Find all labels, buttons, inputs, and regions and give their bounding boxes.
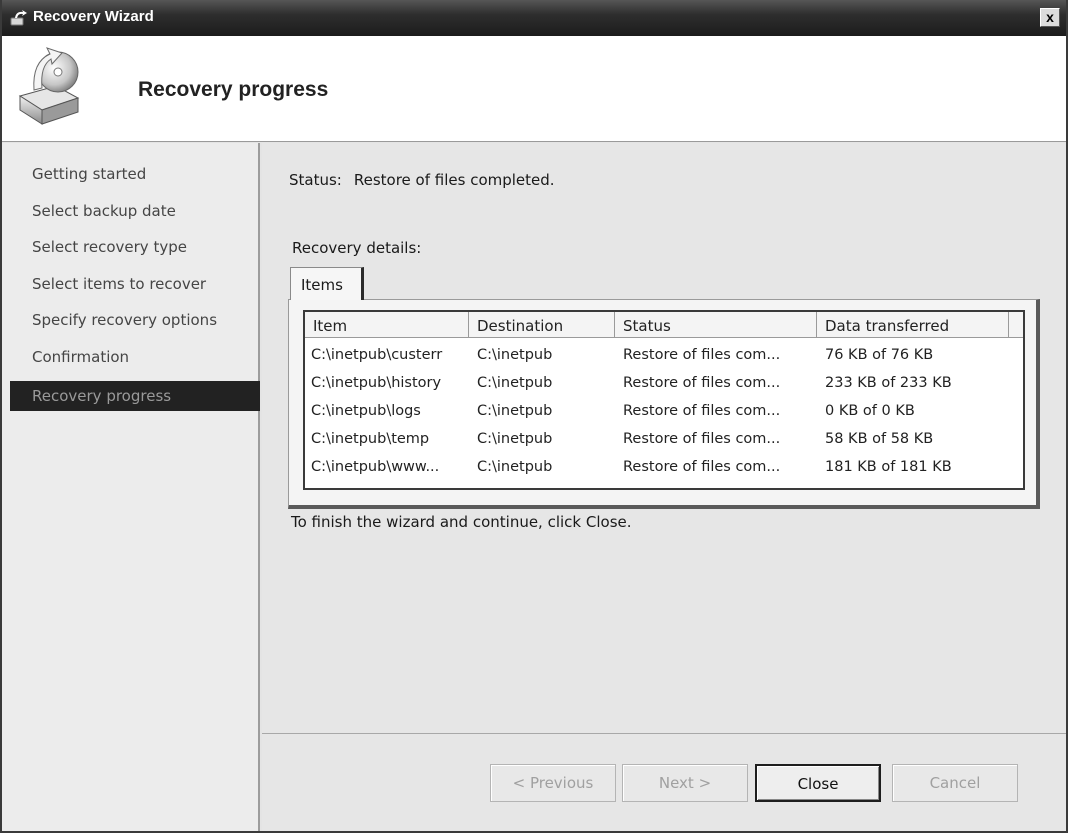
- cell-data-transferred: 181 KB of 181 KB: [825, 459, 952, 475]
- nav-item-select-recovery-type: Select recovery type: [32, 238, 187, 256]
- cell-data-transferred: 76 KB of 76 KB: [825, 347, 934, 363]
- main-content: Status: Restore of files completed. Recov…: [262, 143, 1066, 733]
- cell-item: C:\inetpub\logs: [311, 403, 421, 419]
- wizard-steps-nav: Getting started Select backup date Selec…: [2, 143, 260, 831]
- cell-item: C:\inetpub\history: [311, 375, 442, 391]
- cell-item: C:\inetpub\temp: [311, 431, 430, 447]
- nav-item-select-backup-date: Select backup date: [32, 202, 176, 220]
- table-row[interactable]: C:\inetpub\logs C:\inetpub Restore of fi…: [305, 396, 1023, 424]
- table-row[interactable]: C:\inetpub\www... C:\inetpub Restore of …: [305, 452, 1023, 480]
- column-header-item[interactable]: Item: [305, 312, 469, 338]
- next-button[interactable]: Next >: [622, 764, 748, 802]
- recovery-details-label: Recovery details:: [292, 239, 422, 257]
- list-header: Item Destination Status Data transferred: [305, 312, 1023, 338]
- cell-status: Restore of files com...: [623, 431, 781, 447]
- wizard-header: Recovery progress: [2, 36, 1066, 142]
- cell-destination: C:\inetpub: [477, 403, 553, 419]
- nav-item-select-items-to-recover: Select items to recover: [32, 275, 207, 293]
- nav-item-getting-started: Getting started: [32, 165, 147, 183]
- cell-item: C:\inetpub\www...: [311, 459, 440, 475]
- cell-status: Restore of files com...: [623, 375, 781, 391]
- column-header-destination[interactable]: Destination: [469, 312, 615, 338]
- finish-instruction: To finish the wizard and continue, click…: [291, 513, 632, 531]
- cell-item: C:\inetpub\custerr: [311, 347, 443, 363]
- previous-button[interactable]: < Previous: [490, 764, 616, 802]
- status-label: Status:: [289, 171, 342, 189]
- close-window-button[interactable]: x: [1040, 8, 1060, 27]
- tab-items[interactable]: Items: [290, 267, 364, 300]
- nav-item-recovery-progress: Recovery progress: [10, 381, 260, 411]
- recovery-wizard-icon: [10, 10, 27, 26]
- cell-data-transferred: 58 KB of 58 KB: [825, 431, 934, 447]
- cell-data-transferred: 233 KB of 233 KB: [825, 375, 952, 391]
- recovery-wizard-window: Recovery Wizard x Recovery progress Gett…: [0, 0, 1068, 833]
- column-header-data-transferred[interactable]: Data transferred: [817, 312, 1009, 338]
- table-row[interactable]: C:\inetpub\history C:\inetpub Restore of…: [305, 368, 1023, 396]
- title-bar[interactable]: Recovery Wizard x: [2, 0, 1066, 36]
- cell-destination: C:\inetpub: [477, 375, 553, 391]
- table-row[interactable]: C:\inetpub\custerr C:\inetpub Restore of…: [305, 340, 1023, 368]
- cell-status: Restore of files com...: [623, 403, 781, 419]
- cell-status: Restore of files com...: [623, 347, 781, 363]
- backup-drive-icon: [18, 47, 80, 125]
- recovery-items-list[interactable]: Item Destination Status Data transferred…: [303, 310, 1025, 490]
- nav-item-confirmation: Confirmation: [32, 348, 130, 366]
- items-tab-panel: Item Destination Status Data transferred…: [288, 299, 1040, 509]
- window-title: Recovery Wizard: [33, 8, 154, 25]
- table-row[interactable]: C:\inetpub\temp C:\inetpub Restore of fi…: [305, 424, 1023, 452]
- status-line: Status: Restore of files completed.: [289, 171, 567, 189]
- cancel-button[interactable]: Cancel: [892, 764, 1018, 802]
- cell-data-transferred: 0 KB of 0 KB: [825, 403, 915, 419]
- nav-item-specify-recovery-options: Specify recovery options: [32, 311, 218, 329]
- wizard-footer: < Previous Next > Close Cancel: [262, 733, 1066, 831]
- cell-destination: C:\inetpub: [477, 431, 553, 447]
- column-header-status[interactable]: Status: [615, 312, 817, 338]
- close-button[interactable]: Close: [755, 764, 881, 802]
- cell-destination: C:\inetpub: [477, 459, 553, 475]
- page-title: Recovery progress: [138, 78, 329, 101]
- cell-destination: C:\inetpub: [477, 347, 553, 363]
- status-value: Restore of files completed.: [353, 171, 555, 189]
- cell-status: Restore of files com...: [623, 459, 781, 475]
